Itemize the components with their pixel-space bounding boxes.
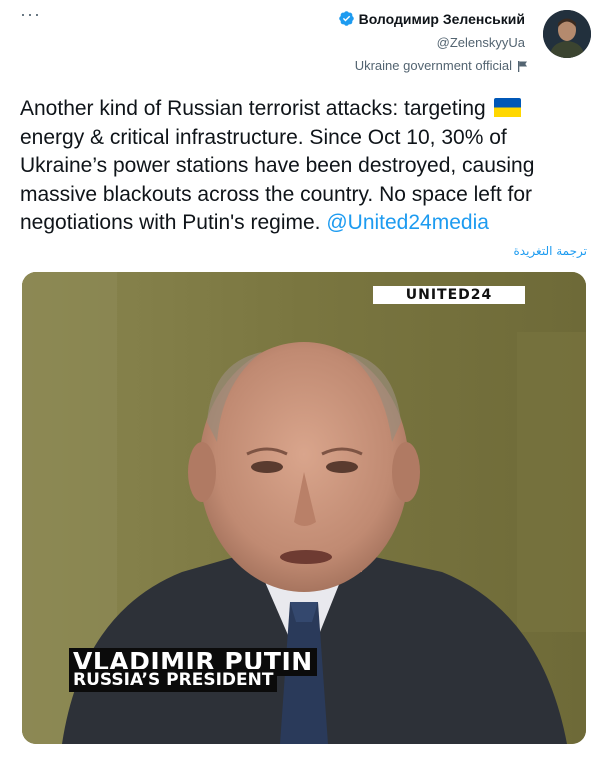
avatar[interactable] xyxy=(543,10,591,58)
more-options-button[interactable]: ··· xyxy=(20,5,42,28)
government-label: Ukraine government official xyxy=(355,58,529,73)
tweet-text: Another kind of Russian terrorist attack… xyxy=(20,95,590,238)
video-player[interactable]: UNITED24 VLADIMIR PUTIN RUSSIA’S PRESIDE… xyxy=(22,272,586,744)
flag-icon xyxy=(518,60,527,72)
more-horizontal-icon: ··· xyxy=(20,4,41,24)
author-handle[interactable]: @ZelenskyyUa xyxy=(338,35,525,50)
avatar-image xyxy=(543,10,591,58)
tweet-text-part-1: Another kind of Russian terrorist attack… xyxy=(20,97,486,120)
verified-badge-icon xyxy=(338,11,354,26)
government-label-text: Ukraine government official xyxy=(354,58,512,73)
lower-third-title: RUSSIA’S PRESIDENT xyxy=(69,669,278,692)
video-watermark: UNITED24 xyxy=(373,286,525,304)
translate-tweet-link[interactable]: ترجمة التغريدة xyxy=(513,244,587,258)
author-display-name[interactable]: Володимир Зеленський xyxy=(359,11,525,27)
author-info[interactable]: Володимир Зеленський @ZelenskyyUa xyxy=(338,10,525,50)
mention-link[interactable]: @United24media xyxy=(326,211,489,234)
ukraine-flag-icon xyxy=(493,98,521,117)
